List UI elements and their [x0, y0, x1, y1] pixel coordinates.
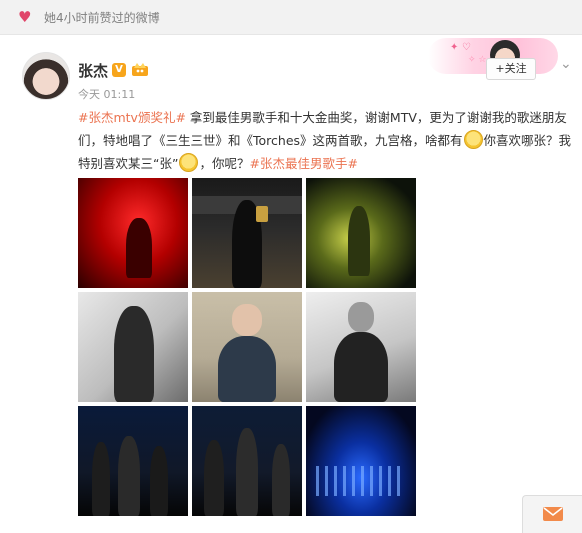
- banner-star-icon: ✧ ☆: [468, 55, 487, 65]
- photo-stage-group-1[interactable]: [78, 406, 188, 516]
- photo-blue-stage[interactable]: [306, 406, 416, 516]
- photo-bw-portrait-2[interactable]: [306, 292, 416, 402]
- follow-button-label: +关注: [495, 62, 527, 75]
- post-username[interactable]: 张杰: [78, 60, 108, 81]
- photo-red-stage[interactable]: [78, 178, 188, 288]
- heart-icon: ♥: [18, 8, 32, 26]
- verified-v-icon: V: [112, 63, 126, 77]
- vip-crown-icon: [132, 63, 148, 76]
- follow-button[interactable]: +关注: [486, 58, 536, 80]
- post-body: #张杰mtv颁奖礼# 拿到最佳男歌手和十大金曲奖，谢谢MTV，更为了谢谢我的歌迷…: [78, 106, 572, 175]
- hashtag-link[interactable]: #张杰mtv颁奖礼#: [78, 110, 186, 125]
- user-avatar[interactable]: [22, 52, 70, 100]
- grin-emoji-icon: [463, 130, 483, 149]
- photo-portrait-sofa[interactable]: [192, 292, 302, 402]
- liked-notice-text: 她4小时前赞过的微博: [44, 11, 160, 25]
- smile-emoji-icon: [179, 153, 199, 172]
- photo-award-backdrop[interactable]: [192, 178, 302, 288]
- hashtag-link[interactable]: #张杰最佳男歌手#: [249, 156, 357, 171]
- banner-sparkle-icon: ✦ ♡: [450, 42, 471, 53]
- photo-bw-portrait-1[interactable]: [78, 292, 188, 402]
- photo-green-stage[interactable]: [306, 178, 416, 288]
- liked-notice-bar: ♥ 她4小时前赞过的微博: [0, 0, 582, 35]
- post-text-part: ，你呢？: [199, 156, 250, 171]
- post-timestamp[interactable]: 今天 01:11: [78, 86, 135, 102]
- mail-icon: [543, 507, 563, 521]
- chevron-down-icon[interactable]: ⌄: [560, 56, 572, 72]
- message-button[interactable]: [522, 495, 582, 533]
- photo-stage-group-2[interactable]: [192, 406, 302, 516]
